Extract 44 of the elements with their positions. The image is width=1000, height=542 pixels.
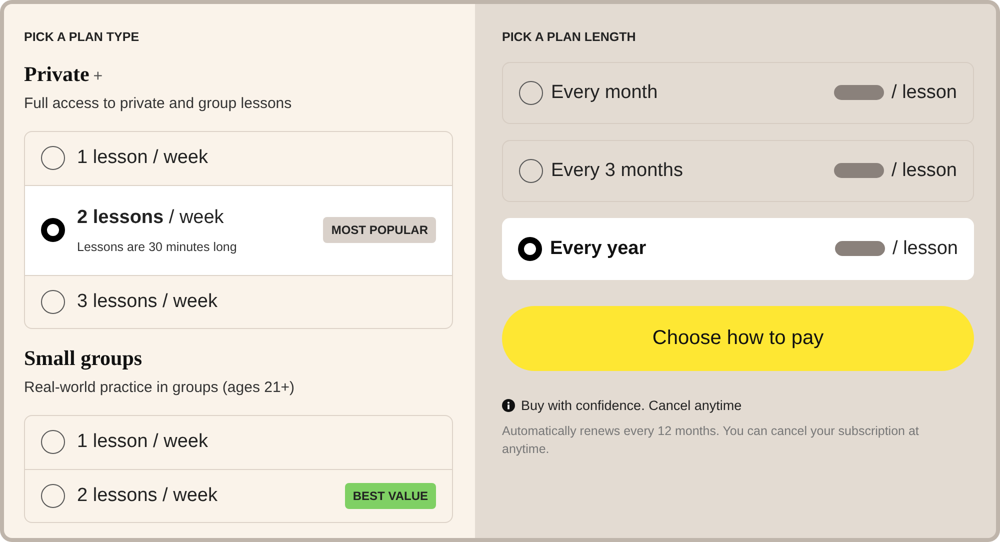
option-label: Every month [551,80,659,104]
option-row[interactable]: 1 lesson / week [25,132,452,185]
option-label: Every 3 months [551,158,684,182]
info-icon [502,399,515,412]
choose-payment-button[interactable]: Choose how to pay [502,306,974,371]
radio-button[interactable] [519,158,543,183]
price-unit: / lesson [892,80,957,104]
option-label: 1 lesson / week [77,430,209,454]
radio-button[interactable] [519,80,543,105]
section-header: PICK A PLAN LENGTH [502,29,637,46]
option-label: 3 lessons / week [77,290,218,314]
radio-button[interactable] [41,484,65,508]
plan-badge: BEST VALUE [344,482,436,509]
plan-title: Small groups [24,344,142,372]
option-label: 2 lessons / week [77,206,225,230]
section-header: PICK A PLAN TYPE [24,29,140,46]
option-row[interactable]: 1 lesson / week [25,416,452,469]
info-text: Buy with confidence. Cancel anytime [521,396,742,415]
radio-button[interactable] [41,430,65,454]
hidden-price-bar [834,85,884,100]
plan-length-option[interactable]: Every 3 months / lesson [502,140,974,202]
price-unit: / lesson [892,236,958,260]
plan-length-option[interactable]: Every month / lesson [502,62,974,124]
option-row[interactable]: 2 lessons / week Lessons are 30 minutes long MOST POPULAR [25,184,452,275]
radio-button[interactable] [41,290,65,314]
plan-description: Full access to private and group lessons [24,94,293,114]
option-row[interactable]: 2 lessons / week BEST VALUE [25,468,452,522]
price-unit: / lesson [892,158,957,182]
plan-badge: MOST POPULAR [323,217,436,244]
plan-mark: + [93,66,103,87]
plan-description: Real-world practice in groups (ages 21+) [24,378,296,398]
radio-button[interactable] [41,146,65,170]
option-label: 1 lesson / week [77,146,209,170]
option-label: Every year [550,236,648,260]
plan-length-option[interactable]: Every year / lesson [502,218,974,280]
hidden-price-bar [834,163,884,178]
option-row[interactable]: 3 lessons / week [25,274,452,328]
option-note: Lessons are 30 minutes long [77,239,238,256]
radio-button[interactable] [518,236,542,261]
renewal-note: Automatically renews every 12 months. You can cancel your subscription at anytime. [502,423,920,458]
option-label: 2 lessons / week [77,484,218,508]
plan-title: Private [24,60,90,88]
hidden-price-bar [834,241,885,256]
radio-button[interactable] [41,218,65,242]
